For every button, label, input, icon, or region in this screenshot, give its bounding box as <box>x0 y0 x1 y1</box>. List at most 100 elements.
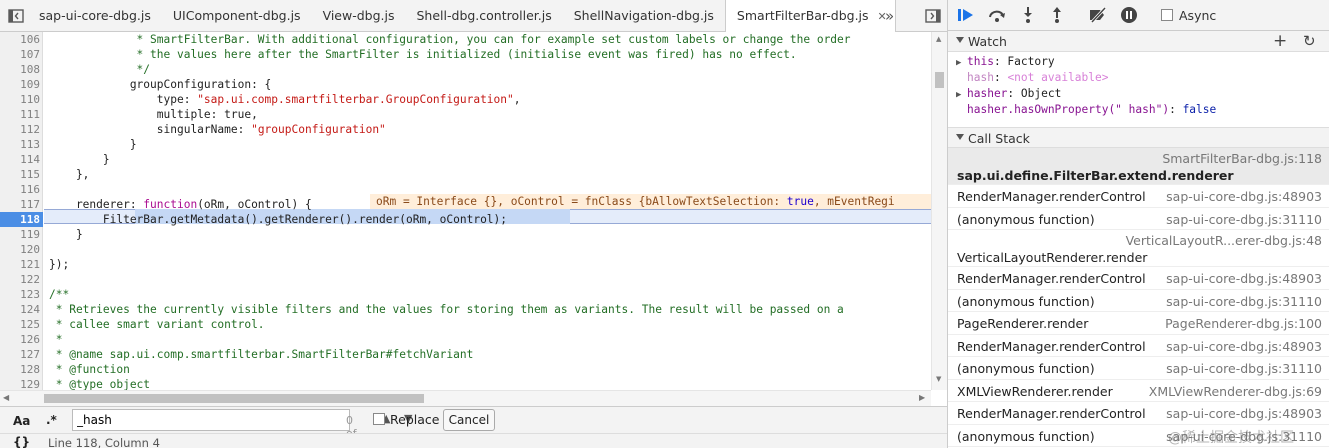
refresh-watch-icon[interactable]: ↻ <box>1303 32 1316 50</box>
call-frame-location[interactable]: VerticalLayoutR...erer-dbg.js:48 <box>1126 233 1322 248</box>
watch-expression[interactable]: hasher.hasOwnProperty(" hash"): false <box>956 102 1216 118</box>
debugger-sidebar: Async Watch + ↻ ▶ this: Factory hash: <not… <box>947 0 1329 448</box>
call-frame[interactable]: VerticalLayoutRenderer.render VerticalLay… <box>948 230 1329 267</box>
call-frame[interactable]: (anonymous function) sap-ui-core-dbg.js:3… <box>948 208 1329 230</box>
step-out-icon[interactable] <box>1046 4 1068 26</box>
call-frame[interactable]: RenderManager.renderControl sap-ui-core-d… <box>948 185 1329 208</box>
tab-0[interactable]: sap-ui-core-dbg.js <box>28 0 162 32</box>
call-frame[interactable]: RenderManager.renderControl sap-ui-core-d… <box>948 335 1329 357</box>
deactivate-breakpoints-icon[interactable] <box>1087 4 1109 26</box>
line-number[interactable]: 108 <box>0 62 40 77</box>
tab-2[interactable]: View-dbg.js <box>312 0 406 32</box>
call-frame-location[interactable]: sap-ui-core-dbg.js:48903 <box>1166 406 1322 421</box>
line-number[interactable]: 125 <box>0 317 40 332</box>
inline-value-token: true <box>786 195 814 208</box>
tab-4[interactable]: ShellNavigation-dbg.js <box>563 0 725 32</box>
call-frame-location[interactable]: sap-ui-core-dbg.js:31110 <box>1166 212 1322 227</box>
call-frame-location[interactable]: PageRenderer-dbg.js:100 <box>1165 316 1322 331</box>
call-frame[interactable]: (anonymous function) sap-ui-core-dbg.js:3… <box>948 357 1329 380</box>
expand-triangle-icon[interactable]: ▶ <box>956 55 967 71</box>
call-frame-function: (anonymous function) <box>957 293 1095 309</box>
tab-label: SmartFilterBar-dbg.js <box>736 8 869 23</box>
call-frame[interactable]: sap.ui.define.FilterBar.extend.renderer S… <box>948 148 1329 185</box>
line-number[interactable]: 117 <box>0 197 40 212</box>
add-watch-icon[interactable]: + <box>1273 31 1287 51</box>
call-frame-location[interactable]: sap-ui-core-dbg.js:48903 <box>1166 271 1322 286</box>
line-number[interactable]: 106 <box>0 32 40 47</box>
line-number[interactable]: 116 <box>0 182 40 197</box>
expand-triangle-icon[interactable]: ▶ <box>956 87 967 103</box>
call-frame[interactable]: (anonymous function) sap-ui-core-dbg.js:3… <box>948 290 1329 312</box>
line-number[interactable]: 111 <box>0 107 40 122</box>
resume-icon[interactable] <box>955 4 977 26</box>
line-number[interactable]: 124 <box>0 302 40 317</box>
regex-toggle[interactable]: .* <box>46 413 57 427</box>
async-checkbox[interactable] <box>1161 9 1173 21</box>
line-number[interactable]: 110 <box>0 92 40 107</box>
scroll-left-icon[interactable]: ◀ <box>3 393 9 402</box>
cancel-search-button[interactable]: Cancel <box>443 409 495 431</box>
line-number[interactable]: 115 <box>0 167 40 182</box>
watch-title: Watch <box>968 34 1007 49</box>
editor-vertical-scrollbar[interactable]: ▲ ▼ <box>931 32 947 390</box>
call-frame[interactable]: RenderManager.renderControl sap-ui-core-d… <box>948 402 1329 425</box>
tab-5[interactable]: SmartFilterBar-dbg.js ✕ <box>724 0 896 33</box>
tab-3[interactable]: Shell-dbg.controller.js <box>406 0 563 32</box>
tab-1[interactable]: UIComponent-dbg.js <box>162 0 312 32</box>
line-number-gutter[interactable]: 106 107 108 109 110 111 112 113 114 115 116 117 118 1… <box>0 32 43 390</box>
watch-expression[interactable]: ▶ hasher: Object <box>956 86 1061 102</box>
code-token: * @function <box>49 363 130 376</box>
line-number[interactable]: 128 <box>0 362 40 377</box>
step-over-icon[interactable] <box>986 4 1008 26</box>
code-line: }, <box>49 167 89 182</box>
line-number[interactable]: 112 <box>0 122 40 137</box>
line-number[interactable]: 120 <box>0 242 40 257</box>
watch-expression[interactable]: ▶ this: Factory <box>956 54 1055 70</box>
line-number[interactable]: 118 <box>0 212 43 227</box>
line-number[interactable]: 127 <box>0 347 40 362</box>
watch-section-header[interactable]: Watch + ↻ <box>948 31 1329 52</box>
line-number[interactable]: 126 <box>0 332 40 347</box>
code-token: (oRm, oControl) { <box>197 198 312 211</box>
code-line: renderer: function(oRm, oControl) { <box>49 197 312 212</box>
line-number[interactable]: 121 <box>0 257 40 272</box>
call-frame[interactable]: PageRenderer.render PageRenderer-dbg.js:1… <box>948 312 1329 335</box>
toggle-navigator-icon[interactable] <box>4 4 28 28</box>
editor-horizontal-scrollbar[interactable]: ◀ ▶ <box>0 390 931 406</box>
line-number[interactable]: 114 <box>0 152 40 167</box>
call-frame[interactable]: XMLViewRenderer.render XMLViewRenderer-db… <box>948 380 1329 402</box>
scroll-right-icon[interactable]: ▶ <box>919 393 925 402</box>
replace-checkbox[interactable] <box>373 413 385 425</box>
match-case-toggle[interactable]: Aa <box>13 414 30 428</box>
scroll-down-icon[interactable]: ▼ <box>936 375 941 383</box>
call-frame[interactable]: RenderManager.renderControl sap-ui-core-d… <box>948 267 1329 290</box>
line-number[interactable]: 119 <box>0 227 40 242</box>
call-frame-location[interactable]: sap-ui-core-dbg.js:48903 <box>1166 339 1322 354</box>
call-frame-location[interactable]: SmartFilterBar-dbg.js:118 <box>1162 151 1322 166</box>
call-frame-location[interactable]: sap-ui-core-dbg.js:48903 <box>1166 189 1322 204</box>
code-line: * callee smart variant control. <box>49 317 265 332</box>
pause-on-exceptions-icon[interactable] <box>1118 4 1140 26</box>
line-number[interactable]: 123 <box>0 287 40 302</box>
call-frame-location[interactable]: sap-ui-core-dbg.js:31110 <box>1166 361 1322 376</box>
step-into-icon[interactable] <box>1017 4 1039 26</box>
pretty-print-button[interactable]: {} <box>13 435 30 448</box>
line-number[interactable]: 109 <box>0 77 40 92</box>
watch-token: hash <box>967 71 994 84</box>
line-number[interactable]: 122 <box>0 272 40 287</box>
watch-expression[interactable]: hash: <not available> <box>956 70 1108 86</box>
code-editor[interactable]: 106 107 108 109 110 111 112 113 114 115 116 117 118 1… <box>0 32 931 390</box>
tab-label: ShellNavigation-dbg.js <box>573 8 714 23</box>
search-input[interactable] <box>77 412 257 428</box>
call-frame-location[interactable]: XMLViewRenderer-dbg.js:69 <box>1149 384 1322 399</box>
line-number[interactable]: 113 <box>0 137 40 152</box>
line-number[interactable]: 107 <box>0 47 40 62</box>
call-frame-location[interactable]: sap-ui-core-dbg.js:31110 <box>1166 294 1322 309</box>
horizontal-scroll-thumb[interactable] <box>44 394 424 403</box>
vertical-scroll-thumb[interactable] <box>935 72 944 88</box>
call-stack-section-header[interactable]: Call Stack <box>948 127 1329 148</box>
line-number[interactable]: 129 <box>0 377 40 390</box>
more-tabs-icon[interactable]: » <box>885 7 894 25</box>
toggle-debugger-sidebar-icon[interactable] <box>921 4 945 28</box>
scroll-up-icon[interactable]: ▲ <box>936 35 941 43</box>
